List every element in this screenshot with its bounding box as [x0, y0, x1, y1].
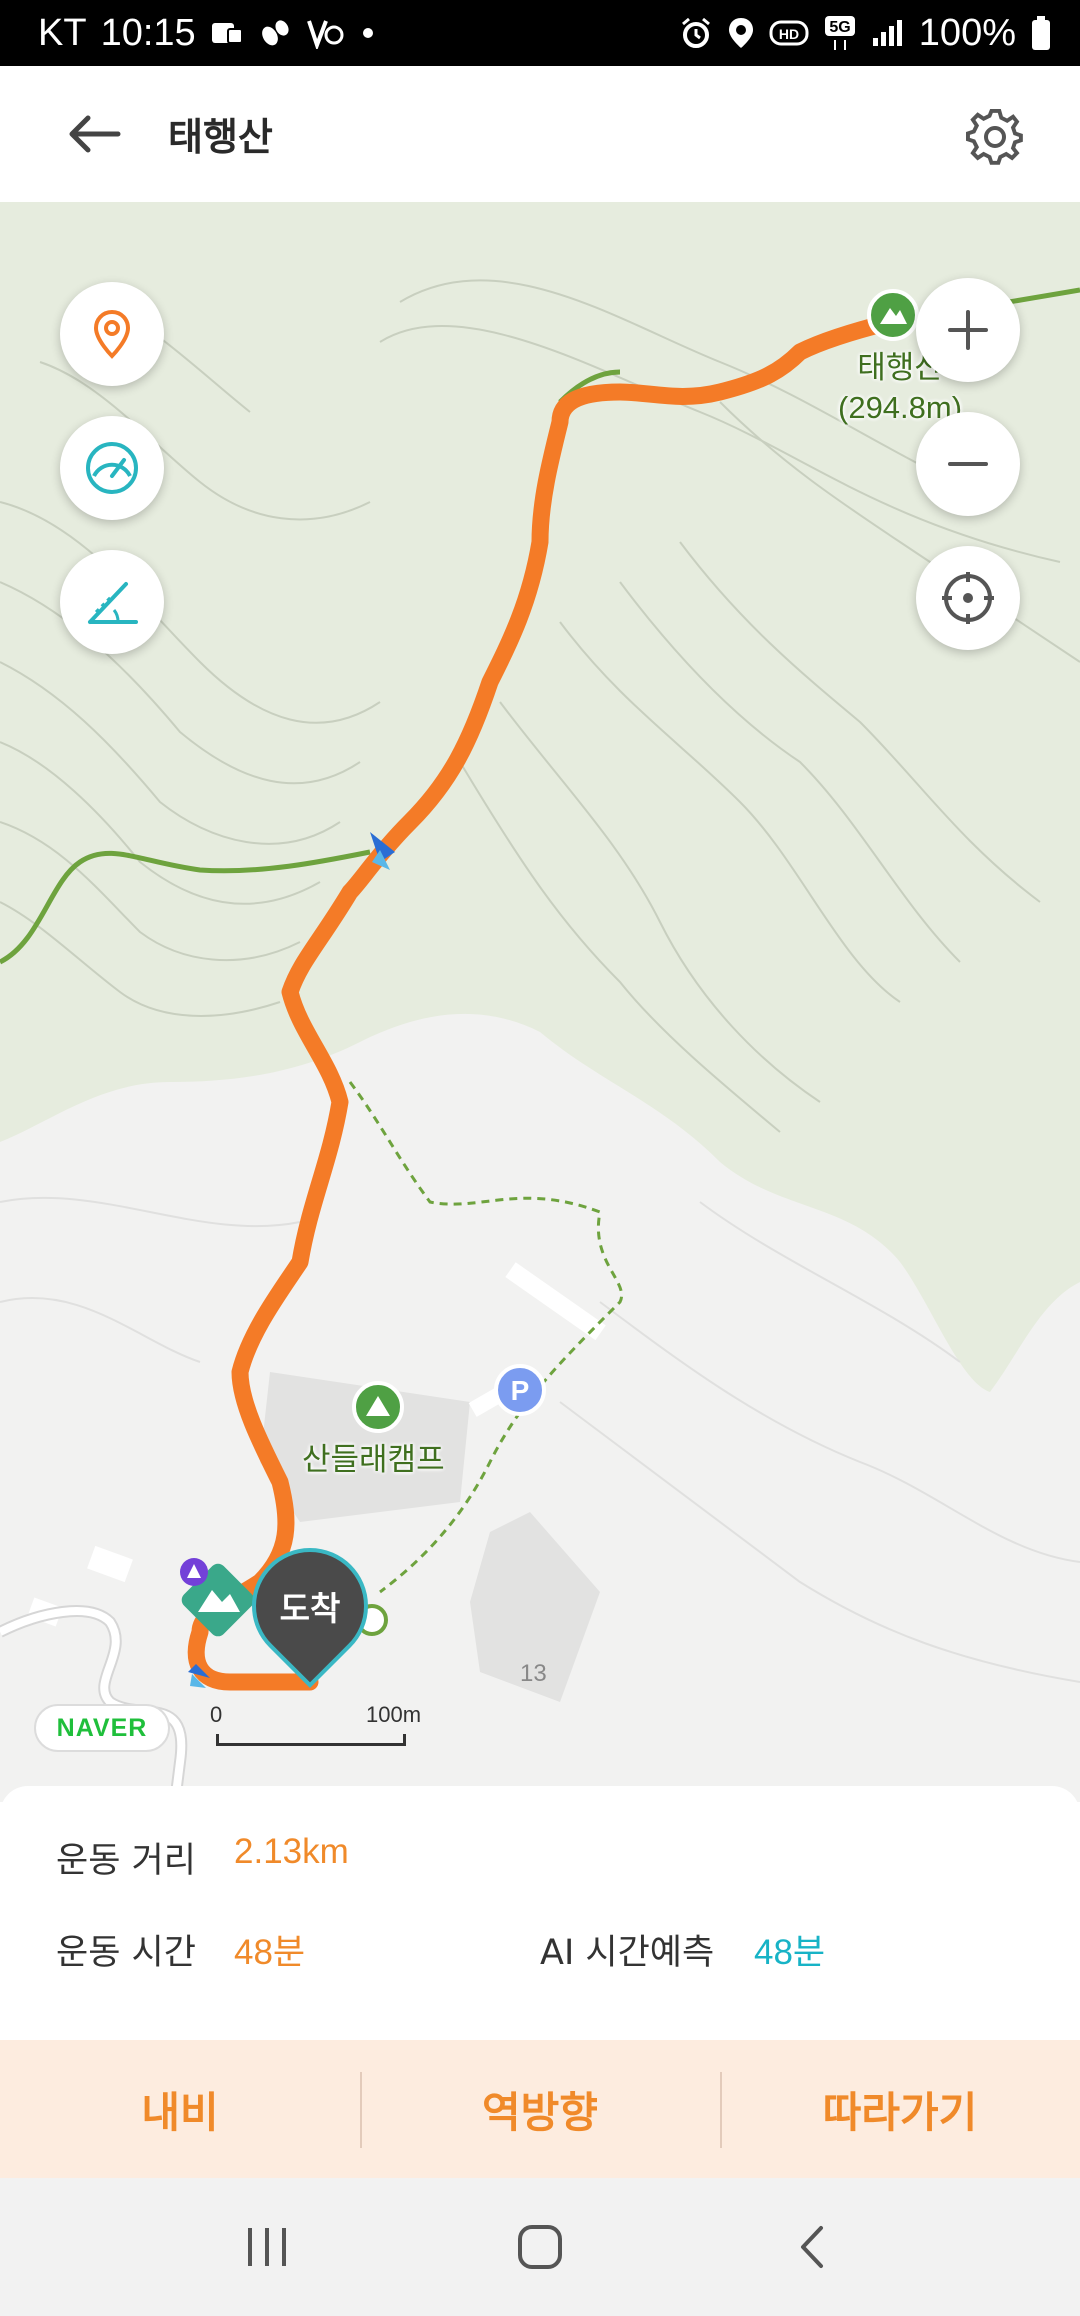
time-label: 운동 시간: [56, 1933, 196, 1973]
system-nav-bar: [0, 2178, 1080, 2316]
action-bar: 내비 역방향 따라가기: [0, 2040, 1080, 2178]
system-back-button[interactable]: [753, 2197, 873, 2297]
zoom-out-button[interactable]: [916, 412, 1020, 516]
speedometer-icon: [86, 442, 138, 494]
back-icon: [801, 2226, 824, 2268]
media-icon: [210, 19, 244, 47]
scale-bar: [216, 1734, 406, 1746]
arrow-left-icon: [69, 115, 121, 153]
scale-start: 0: [210, 1702, 223, 1727]
map-canvas: P: [0, 202, 1080, 1802]
recenter-button[interactable]: [916, 546, 1020, 650]
gear-icon: [966, 108, 1023, 165]
reverse-button[interactable]: 역방향: [360, 2040, 720, 2178]
home-icon: [517, 2225, 562, 2269]
status-right: HD 5G 100%: [679, 12, 1052, 55]
recent-apps-icon: [247, 2228, 286, 2266]
minus-icon: [948, 462, 988, 466]
home-button[interactable]: [480, 2197, 600, 2297]
svg-text:HD: HD: [779, 26, 799, 42]
slope-button[interactable]: [60, 550, 164, 654]
scale-end: 100m: [366, 1702, 422, 1727]
signal-icon: [871, 18, 905, 48]
activity-icon: [306, 17, 344, 49]
arrival-label: 도착: [279, 1589, 341, 1628]
dot-icon: [358, 23, 378, 43]
5g-icon: 5G: [823, 14, 857, 52]
location-icon: [727, 16, 755, 50]
location-pin-icon: [93, 309, 131, 359]
distance-value: 2.13km: [234, 1832, 349, 1871]
svg-text:P: P: [511, 1375, 530, 1406]
status-bar: KT 10:15 HD 5G 100%: [0, 0, 1080, 66]
location-pin-button[interactable]: [60, 282, 164, 386]
speed-button[interactable]: [60, 416, 164, 520]
svg-text:5G: 5G: [829, 19, 850, 36]
distance-label: 운동 거리: [56, 1841, 196, 1881]
back-button[interactable]: [56, 102, 132, 166]
hd-icon: HD: [769, 18, 809, 48]
map-view[interactable]: P 태행산 (294.8m) 산들래캠프 13 도착 NAVER 0 100m: [0, 202, 1080, 1802]
recent-apps-button[interactable]: [207, 2197, 327, 2297]
naver-logo: NAVER: [34, 1704, 170, 1752]
clock-text: 10:15: [100, 11, 196, 54]
crosshair-icon: [942, 572, 994, 624]
page-title: 태행산: [168, 115, 273, 159]
follow-button[interactable]: 따라가기: [720, 2040, 1080, 2178]
steps-icon: [258, 18, 292, 48]
stats-panel: 운동 거리 2.13km 운동 시간 48분 AI 시간예측 48분: [0, 1786, 1080, 2044]
time-value: 48분: [234, 1933, 306, 1972]
ai-time-value: 48분: [754, 1933, 826, 1972]
app-header: 태행산: [0, 66, 1080, 202]
status-left: KT 10:15: [38, 12, 378, 55]
slope-icon: [88, 582, 138, 624]
alarm-icon: [679, 16, 713, 50]
zoom-in-button[interactable]: [916, 278, 1020, 382]
battery-icon: [1030, 15, 1052, 51]
plus-icon: [948, 310, 988, 350]
settings-button[interactable]: [960, 102, 1030, 172]
navi-button[interactable]: 내비: [0, 2040, 360, 2178]
contour-number: 13: [520, 1660, 547, 1687]
ai-time-label: AI 시간예측: [540, 1933, 715, 1973]
camp-label: 산들래캠프: [302, 1442, 445, 1477]
battery-text: 100%: [918, 11, 1016, 54]
carrier-text: KT: [38, 11, 87, 54]
